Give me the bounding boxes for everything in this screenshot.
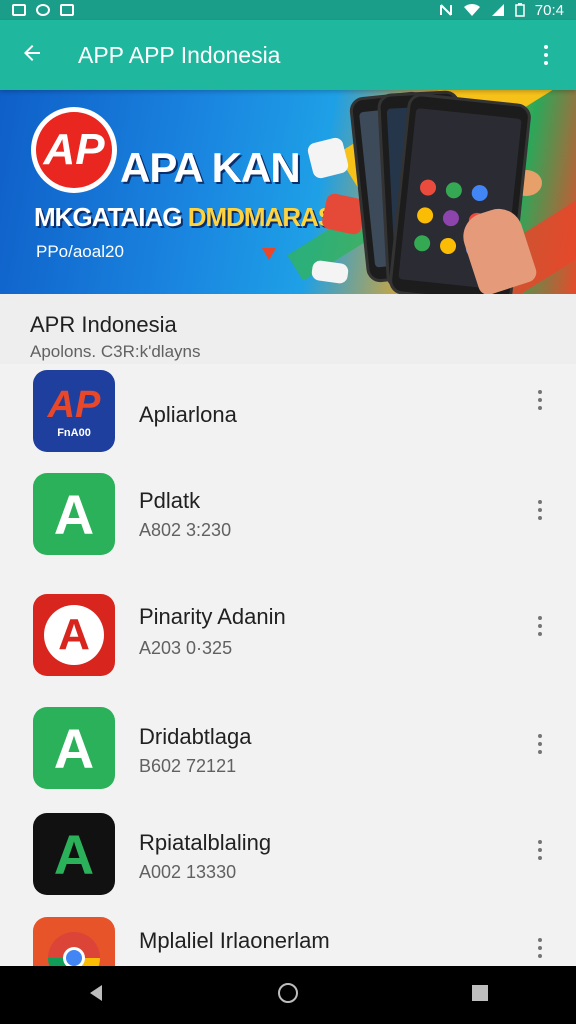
more-vert-icon <box>538 734 542 754</box>
more-vert-icon <box>538 840 542 860</box>
ap-logo-icon: AP FnA00 <box>33 370 115 452</box>
nav-back-button[interactable] <box>66 966 126 1024</box>
system-nav-bar <box>0 966 576 1024</box>
item-menu-button[interactable] <box>524 606 556 646</box>
item-menu-button[interactable] <box>524 830 556 870</box>
wifi-icon <box>463 3 481 17</box>
notification-icon <box>12 4 26 16</box>
signal-icon <box>491 3 505 17</box>
more-vert-icon <box>538 938 542 958</box>
decor-sticker <box>306 136 350 180</box>
triangle-back-icon <box>86 983 106 1008</box>
square-recents-icon <box>470 983 490 1008</box>
decor-sticker <box>310 259 350 285</box>
app-list-section: APR Indonesia Apolons. C3R:k'dlayns AP F… <box>0 294 576 966</box>
more-vert-icon <box>538 390 542 410</box>
nfc-icon <box>439 3 453 17</box>
list-item[interactable]: A Pdlatk A802 3:230 <box>0 464 576 579</box>
app-subtitle: A002 13330 <box>139 862 237 882</box>
promo-banner[interactable]: AP APA KAN MKGATAIAG DMDMARAS PPo/aoal20 <box>0 90 576 294</box>
more-vert-icon <box>544 45 548 65</box>
section-title: APR Indonesia <box>30 312 177 337</box>
a-logo-icon: A <box>33 813 115 895</box>
page-title: APP APP Indonesia <box>78 41 281 68</box>
a-logo-icon: A <box>33 473 115 555</box>
nav-home-button[interactable] <box>258 966 318 1024</box>
list-item[interactable]: A Dridabtlaga B602 72121 <box>0 696 576 803</box>
app-name: Pinarity Adanin <box>139 604 286 629</box>
item-menu-button[interactable] <box>524 724 556 764</box>
app-name: Rpiatalblaling <box>139 830 272 855</box>
list-item[interactable]: AP FnA00 Apliarlona <box>0 364 576 465</box>
app-name: Mplaliel Irlaonerlam <box>139 928 330 953</box>
list-item[interactable]: Mplaliel Irlaonerlam <box>0 908 576 966</box>
list-item[interactable]: A Rpiatalblaling A002 13330 <box>0 802 576 909</box>
status-bar: 70:4 <box>0 0 576 20</box>
overflow-menu-button[interactable] <box>516 20 576 90</box>
app-name: Apliarlona <box>139 402 237 427</box>
arrow-back-icon <box>20 41 44 70</box>
app-subtitle: A203 0·325 <box>139 638 233 658</box>
a-logo-icon: A <box>33 707 115 789</box>
notification-icon <box>36 4 50 16</box>
banner-headline: APA KAN <box>120 144 301 191</box>
app-subtitle: A802 3:230 <box>139 520 232 540</box>
clock: 70:4 <box>534 1 564 19</box>
section-subtitle: Apolons. C3R:k'dlayns <box>30 342 201 361</box>
app-name: Pdlatk <box>139 488 201 513</box>
banner-footer: PPo/aoal20 <box>36 242 124 261</box>
circle-home-icon <box>276 981 300 1010</box>
app-bar: APP APP Indonesia <box>0 20 576 90</box>
more-vert-icon <box>538 616 542 636</box>
nav-recents-button[interactable] <box>450 966 510 1024</box>
item-menu-button[interactable] <box>524 928 556 966</box>
battery-icon <box>515 3 525 17</box>
app-name: Dridabtlaga <box>139 724 252 749</box>
list-item[interactable]: A Pinarity Adanin A203 0·325 <box>0 578 576 697</box>
more-vert-icon <box>538 500 542 520</box>
a-logo-icon: A <box>33 594 115 676</box>
notification-icon <box>60 4 74 16</box>
banner-logo: AP <box>36 112 112 188</box>
item-menu-button[interactable] <box>524 490 556 530</box>
banner-subheadline: MKGATAIAG DMDMARAS <box>34 202 335 232</box>
app-subtitle: B602 72121 <box>139 756 237 776</box>
item-menu-button[interactable] <box>524 380 556 420</box>
chrome-logo-icon <box>33 917 115 966</box>
back-button[interactable] <box>0 20 64 90</box>
